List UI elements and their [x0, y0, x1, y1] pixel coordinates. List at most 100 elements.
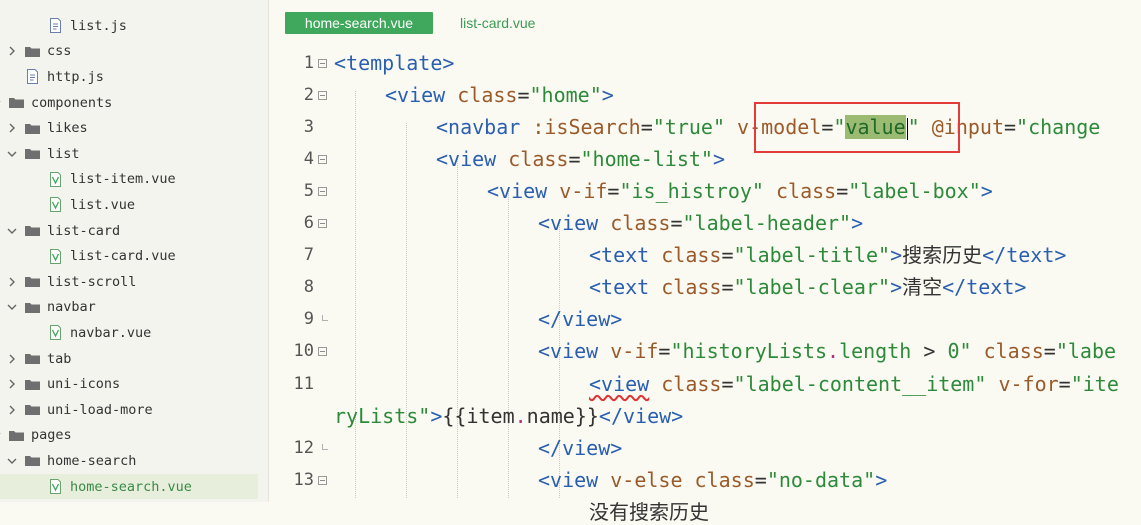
code-token: 没有搜索历史 — [589, 499, 709, 524]
code-line[interactable]: <view class="home-list"> — [436, 146, 725, 172]
chevron-down-icon[interactable] — [0, 97, 2, 109]
js-file-icon — [24, 69, 41, 85]
chevron-right-icon[interactable] — [6, 353, 18, 365]
sidebar-item-likes[interactable]: likes — [6, 116, 88, 141]
code-token: > — [712, 147, 726, 172]
sidebar-item-css[interactable]: css — [6, 39, 71, 64]
code-line[interactable]: <text class="label-title">搜索历史</text> — [589, 242, 1066, 268]
fold-toggle-icon[interactable] — [318, 187, 327, 197]
chevron-right-icon[interactable] — [6, 276, 18, 288]
chevron-right-icon[interactable] — [6, 122, 18, 134]
code-line[interactable]: <text class="label-clear">清空</text> — [589, 274, 1026, 300]
code-token: > — [890, 243, 903, 268]
sidebar-item-label: list.vue — [70, 196, 136, 213]
code-line[interactable]: <view class="label-header"> — [538, 210, 863, 236]
code-line[interactable]: <view v-if="is_histroy" class="label-box… — [487, 178, 993, 204]
code-line[interactable]: <view v-else class="no-data"> — [538, 467, 887, 493]
code-token: 搜索历史 — [902, 243, 983, 268]
sidebar-item-navbar[interactable]: navbar — [6, 295, 96, 320]
sidebar-item-list[interactable]: list — [6, 141, 80, 166]
code-token: <navbar — [436, 115, 533, 140]
fold-toggle-icon[interactable] — [318, 475, 327, 485]
editor-tab-bar: home-search.vue list-card.vue — [270, 0, 1141, 44]
annotation-highlight-box — [754, 102, 960, 153]
line-number: 6 — [303, 213, 314, 234]
code-line[interactable]: <template> — [334, 50, 454, 76]
folder-icon — [24, 274, 41, 289]
sidebar-item-list-card-vue[interactable]: list-card.vue — [47, 244, 176, 269]
sidebar-item-label: list — [47, 145, 80, 162]
code-token: = — [670, 211, 683, 236]
code-token: class — [610, 211, 671, 236]
chevron-down-icon[interactable] — [6, 301, 18, 313]
code-line[interactable]: <view v-if="historyLists.length > 0" cla… — [538, 338, 1116, 364]
line-number: 8 — [303, 277, 314, 298]
code-token: "home" — [529, 83, 602, 108]
chevron-down-icon[interactable] — [6, 455, 18, 467]
chevron-right-icon[interactable] — [6, 378, 18, 390]
code-line[interactable]: <view class="home"> — [385, 82, 614, 108]
code-token: "ite — [1070, 371, 1119, 396]
sidebar-item-uni-load-more[interactable]: uni-load-more — [6, 397, 153, 422]
chevron-down-icon[interactable] — [0, 429, 2, 441]
sidebar-item-pages[interactable]: pages — [0, 423, 72, 448]
code-line[interactable]: <view class="label-content__item" v-for=… — [589, 371, 1119, 397]
sidebar-item-uni-icons[interactable]: uni-icons — [6, 372, 120, 397]
fold-toggle-icon[interactable] — [318, 155, 327, 165]
code-token: "label-header" — [682, 211, 852, 236]
sidebar-item-home-search[interactable]: home-search — [6, 448, 136, 473]
line-number: 3 — [303, 117, 314, 138]
sidebar-item-list-card[interactable]: list-card — [6, 218, 120, 243]
code-token: <view — [538, 211, 611, 236]
sidebar-item-http-js[interactable]: http.js — [24, 64, 104, 89]
chevron-right-icon[interactable] — [6, 45, 18, 57]
sidebar-item-label: uni-load-more — [47, 401, 153, 418]
fold-toggle-icon[interactable] — [318, 347, 327, 357]
code-token: class — [508, 147, 569, 172]
sidebar-item-navbar-vue[interactable]: navbar.vue — [47, 320, 151, 345]
code-token: = — [640, 115, 653, 140]
sidebar-item-tab[interactable]: tab — [6, 346, 71, 371]
sidebar-item-home-search-vue[interactable]: home-search.vue — [0, 474, 258, 499]
indent-guide — [406, 123, 407, 498]
code-token: "home-list" — [580, 147, 713, 172]
code-line[interactable]: </view> — [538, 435, 622, 461]
code-token: 清空 — [902, 275, 943, 300]
code-token: "labe — [1055, 339, 1117, 364]
code-token: class — [661, 371, 722, 396]
code-token: = — [1004, 115, 1017, 140]
chevron-down-icon[interactable] — [6, 148, 18, 160]
chevron-right-icon[interactable] — [6, 404, 18, 416]
code-line[interactable]: ryLists">{{item.name}}</view> — [334, 403, 683, 429]
code-token: class — [661, 275, 722, 300]
code-token: = — [754, 467, 767, 492]
code-editor[interactable]: 1 <template> 2 <view class="home"> 3 <navbar … — [270, 44, 1141, 524]
fold-toggle-icon[interactable] — [318, 91, 327, 101]
sidebar-item-label: uni-icons — [47, 376, 121, 393]
vue-file-icon — [47, 171, 64, 187]
sidebar-item-label: list-item.vue — [70, 171, 176, 188]
sidebar-item-list-scroll[interactable]: list-scroll — [6, 269, 136, 294]
sidebar-item-list-item-vue[interactable]: list-item.vue — [47, 167, 176, 192]
code-line[interactable]: 没有搜索历史 — [589, 499, 709, 525]
sidebar-item-list-js[interactable]: list.js — [47, 13, 127, 38]
vue-file-icon — [47, 197, 64, 213]
sidebar-item-label: list.js — [70, 17, 127, 34]
sidebar-item-list-vue[interactable]: list.vue — [47, 192, 135, 217]
tab-home-search[interactable]: home-search.vue — [285, 12, 433, 34]
fold-toggle-icon[interactable] — [318, 219, 327, 229]
js-file-icon — [47, 18, 64, 34]
folder-icon — [24, 121, 41, 136]
sidebar-item-label: components — [31, 94, 113, 111]
code-token: . — [514, 403, 527, 428]
code-token: > — [980, 179, 993, 204]
code-token: "label-title" — [733, 243, 891, 268]
tab-list-card[interactable]: list-card.vue — [460, 12, 535, 34]
sidebar-item-components[interactable]: components — [0, 90, 112, 115]
chevron-down-icon[interactable] — [6, 225, 18, 237]
fold-toggle-icon[interactable] — [318, 59, 327, 68]
code-token: = — [517, 83, 530, 108]
code-line[interactable]: </view> — [538, 306, 622, 332]
line-number: 7 — [303, 245, 314, 266]
